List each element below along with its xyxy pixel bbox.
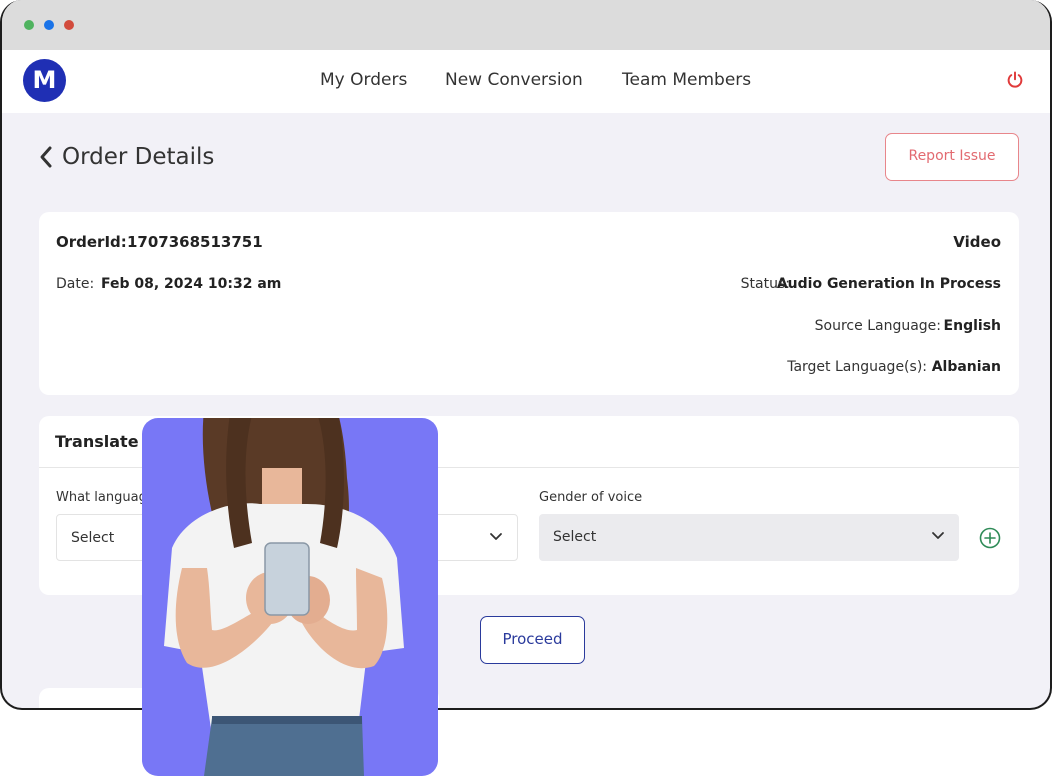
page-title: Order Details (62, 144, 215, 170)
nav-team-members[interactable]: Team Members (622, 70, 751, 90)
status-label: Status: (740, 276, 790, 292)
report-issue-button[interactable]: Report Issue (885, 133, 1019, 181)
add-circle-icon[interactable] (979, 527, 1001, 549)
proceed-button[interactable]: Proceed (480, 616, 585, 664)
window-dot-red[interactable] (64, 20, 74, 30)
gender-select[interactable]: Select (539, 514, 959, 561)
gender-field-label: Gender of voice (539, 490, 643, 505)
promo-photo (142, 418, 438, 776)
status-value: Audio Generation In Process (776, 276, 1001, 292)
chevron-down-icon (490, 533, 502, 540)
back-chevron-icon[interactable] (38, 144, 56, 170)
language-field-label: What language (56, 490, 155, 505)
gender-select-value: Select (553, 529, 597, 545)
order-id-value: 1707368513751 (127, 233, 263, 251)
order-summary-card: OrderId: 1707368513751 Video Date: Feb 0… (39, 212, 1019, 395)
window-titlebar (2, 0, 1050, 50)
translate-heading: Translate (55, 432, 139, 451)
date-value: Feb 08, 2024 10:32 am (101, 276, 282, 292)
target-language-value: Albanian (931, 359, 1001, 375)
language-select-value: Select (71, 530, 115, 546)
date-label: Date: (56, 276, 95, 292)
app-logo[interactable]: M (23, 59, 66, 102)
source-language-value: English (943, 318, 1001, 334)
target-language-label: Target Language(s): (787, 359, 927, 375)
chevron-down-icon (932, 532, 944, 539)
top-navbar: M My Orders New Conversion Team Members (2, 50, 1050, 113)
order-id-label: OrderId: (56, 233, 127, 251)
window-dot-blue[interactable] (44, 20, 54, 30)
woman-with-phone-illustration (164, 418, 404, 776)
nav-my-orders[interactable]: My Orders (320, 70, 407, 90)
nav-new-conversion[interactable]: New Conversion (445, 70, 583, 90)
window-dot-green[interactable] (24, 20, 34, 30)
power-icon[interactable] (1006, 71, 1024, 89)
order-type: Video (953, 233, 1001, 251)
source-language-label: Source Language: (814, 318, 941, 334)
